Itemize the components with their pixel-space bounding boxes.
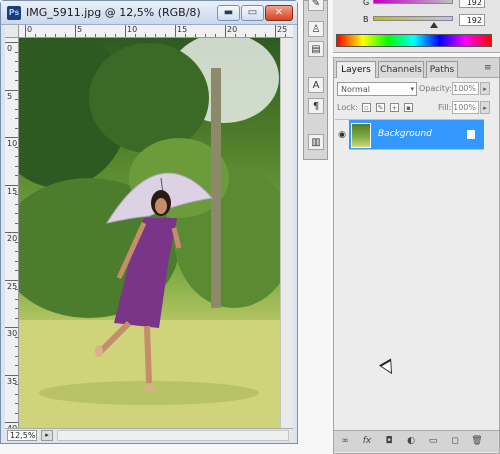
maximize-button[interactable]: ▭ <box>241 5 264 21</box>
photo-girl-with-umbrella <box>19 38 280 428</box>
blend-mode-select[interactable]: Normal ▾ <box>337 82 417 96</box>
fill-arrow-icon[interactable]: ▸ <box>480 101 490 114</box>
ruler-tick <box>5 89 18 91</box>
ruler-origin[interactable] <box>5 25 19 38</box>
ruler-tick <box>25 25 26 37</box>
ruler-label: 5 <box>77 25 83 34</box>
ruler-label: 0 <box>27 25 33 34</box>
status-menu-button[interactable]: ▸ <box>41 430 53 441</box>
fx-icon[interactable]: fx <box>360 435 374 448</box>
image-canvas[interactable] <box>19 38 280 428</box>
panel-menu-icon[interactable]: ≡ <box>484 63 492 73</box>
ruler-tick <box>225 25 226 37</box>
minimize-button[interactable]: ▬ <box>217 5 240 21</box>
ruler-tick <box>5 374 18 376</box>
photoshop-app-icon: Ps <box>7 6 21 20</box>
opacity-arrow-icon[interactable]: ▸ <box>480 82 490 95</box>
zoom-field[interactable]: 12,5% <box>7 430 37 441</box>
ruler-label: 5 <box>7 91 13 101</box>
fill-field[interactable]: 100% <box>452 101 479 114</box>
tab-paths[interactable]: Paths <box>426 61 458 78</box>
vertical-scrollbar[interactable] <box>280 38 293 428</box>
green-value-field[interactable]: 192 <box>459 0 485 8</box>
layers-panel: Layers × Channels Paths ≡ Normal ▾ Opaci… <box>333 57 500 454</box>
ruler-tick <box>175 25 176 37</box>
blend-mode-value: Normal <box>341 85 370 94</box>
document-statusbar: 12,5% ▸ <box>5 428 293 441</box>
ruler-tick <box>5 42 18 43</box>
ruler-tick <box>5 232 18 233</box>
blue-value-field[interactable]: 192 <box>459 14 485 26</box>
opacity-field[interactable]: 100% <box>452 82 479 95</box>
eye-icon[interactable]: ◉ <box>335 120 349 151</box>
lock-label: Lock: <box>337 103 358 112</box>
history-brush-icon[interactable]: ▤ <box>308 41 324 57</box>
tab-layers[interactable]: Layers × <box>336 61 376 91</box>
fill-label: Fill: <box>438 103 452 112</box>
smudge-tool-icon[interactable]: ✎ <box>308 0 324 11</box>
lock-position-icon[interactable]: + <box>390 103 399 112</box>
color-spectrum-bar[interactable] <box>336 34 492 47</box>
trash-icon[interactable]: 🗑 <box>470 435 484 448</box>
layers-footer: ∞ fx ◘ ◐ ▭ ◻ 🗑 <box>334 430 499 452</box>
ruler-label: 10 <box>127 25 138 34</box>
character-icon[interactable]: A <box>308 77 324 93</box>
mask-icon[interactable]: ◘ <box>382 435 396 448</box>
slider-label-b: B <box>363 15 369 24</box>
chevron-down-icon: ▾ <box>410 85 414 93</box>
lock-image-icon[interactable]: ✎ <box>376 103 385 112</box>
panel-dock-strip: ✎ ♙ ▤ A ¶ ▥ <box>303 0 328 160</box>
ruler-tick <box>125 25 126 37</box>
new-layer-icon[interactable]: ◻ <box>448 435 462 448</box>
layer-thumbnail[interactable] <box>351 123 371 148</box>
slider-label-g: G <box>363 0 370 7</box>
ruler-tick <box>5 184 18 186</box>
ruler-tick <box>5 279 18 281</box>
lock-all-icon[interactable]: ▪ <box>404 103 413 112</box>
document-window: Ps IMG_5911.jpg @ 12,5% (RGB/8) ▬ ▭ ✕ 0 5… <box>0 0 298 444</box>
layer-comps-icon[interactable]: ▥ <box>308 134 324 150</box>
horizontal-ruler[interactable]: 0 5 10 15 20 25 <box>19 25 293 38</box>
document-title: IMG_5911.jpg @ 12,5% (RGB/8) <box>26 6 201 19</box>
green-slider-track[interactable] <box>373 0 453 4</box>
horizontal-scrollbar[interactable] <box>57 430 289 441</box>
opacity-label: Opacity: <box>419 84 452 93</box>
blue-slider-track[interactable] <box>373 16 453 21</box>
lock-transparency-icon[interactable]: ▫ <box>362 103 371 112</box>
ruler-tick <box>5 422 18 423</box>
ruler-label: 15 <box>177 25 188 34</box>
ruler-tick <box>5 137 18 138</box>
ruler-tick <box>5 327 18 328</box>
layer-row[interactable]: ◉ Background <box>335 119 484 151</box>
link-icon[interactable]: ∞ <box>338 435 352 448</box>
clone-stamp-icon[interactable]: ♙ <box>308 21 324 37</box>
blue-slider-thumb[interactable] <box>430 22 438 28</box>
ruler-tick <box>275 25 276 37</box>
vertical-ruler[interactable]: 0510152025303540 <box>5 38 19 428</box>
layer-lock-icon <box>467 130 475 139</box>
document-titlebar[interactable]: Ps IMG_5911.jpg @ 12,5% (RGB/8) ▬ ▭ ✕ <box>1 1 297 25</box>
paragraph-icon[interactable]: ¶ <box>308 98 324 114</box>
adjustment-icon[interactable]: ◐ <box>404 435 418 448</box>
tab-channels[interactable]: Channels <box>378 61 424 78</box>
ruler-label: 0 <box>7 44 13 53</box>
close-button[interactable]: ✕ <box>265 5 293 21</box>
ruler-tick <box>75 25 76 37</box>
ruler-label: 20 <box>227 25 238 34</box>
layers-tabbar: Layers × Channels Paths ≡ <box>334 58 499 91</box>
ruler-label: 25 <box>277 25 288 34</box>
layer-name[interactable]: Background <box>378 129 432 139</box>
group-icon[interactable]: ▭ <box>426 435 440 448</box>
